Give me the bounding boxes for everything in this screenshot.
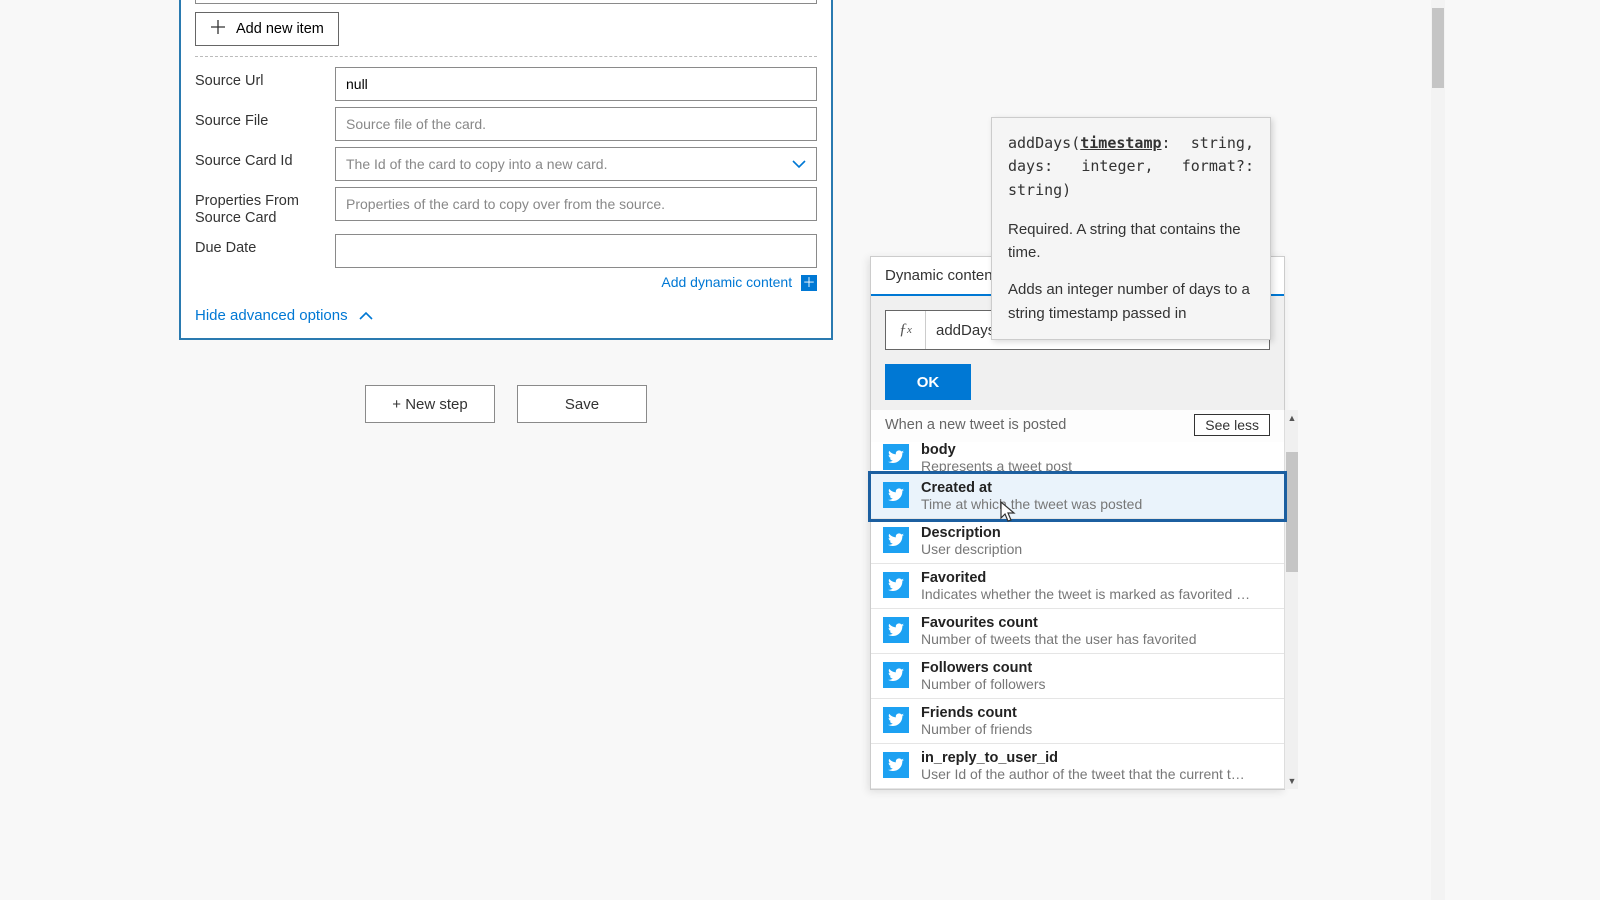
dynamic-content-item[interactable]: in_reply_to_user_idUser Id of the author… bbox=[871, 744, 1284, 789]
dynamic-content-item[interactable]: Friends countNumber of friends bbox=[871, 699, 1284, 744]
field-label: Source Url bbox=[195, 67, 335, 90]
scroll-down-icon[interactable]: ▼ bbox=[1286, 775, 1298, 787]
item-description: User description bbox=[921, 541, 1022, 557]
prior-input[interactable] bbox=[195, 0, 817, 4]
item-description: Indicates whether the tweet is marked as… bbox=[921, 586, 1251, 602]
twitter-icon bbox=[883, 662, 909, 688]
field-label: Source Card Id bbox=[195, 147, 335, 170]
field-row-source-card-id: Source Card Id bbox=[195, 147, 817, 181]
ok-button[interactable]: OK bbox=[885, 364, 971, 400]
new-step-button[interactable]: + New step bbox=[365, 385, 495, 423]
source-url-input[interactable] bbox=[335, 67, 817, 101]
scroll-thumb[interactable] bbox=[1432, 8, 1444, 88]
advanced-label: Hide advanced options bbox=[195, 307, 348, 324]
item-description: Number of friends bbox=[921, 721, 1032, 737]
source-card-id-select[interactable] bbox=[335, 147, 817, 181]
dynamic-content-row: Add dynamic content ＋ bbox=[195, 274, 817, 291]
field-row-source-file: Source File bbox=[195, 107, 817, 141]
tooltip-para-1: Required. A string that contains the tim… bbox=[1008, 218, 1254, 265]
item-description: Number of tweets that the user has favor… bbox=[921, 631, 1196, 647]
dynamic-content-list: bodyRepresents a tweet postCreated atTim… bbox=[871, 442, 1284, 789]
item-description: Number of followers bbox=[921, 676, 1046, 692]
scroll-thumb[interactable] bbox=[1286, 452, 1298, 572]
tooltip-para-2: Adds an integer number of days to a stri… bbox=[1008, 278, 1254, 325]
source-file-input[interactable] bbox=[335, 107, 817, 141]
field-label: Due Date bbox=[195, 234, 335, 257]
item-description: User Id of the author of the tweet that … bbox=[921, 766, 1251, 782]
field-row-source-url: Source Url bbox=[195, 67, 817, 101]
item-description: Represents a tweet post bbox=[921, 458, 1072, 474]
twitter-icon bbox=[883, 482, 909, 508]
item-title: body bbox=[921, 442, 1072, 458]
twitter-icon bbox=[883, 572, 909, 598]
dynamic-content-item[interactable]: bodyRepresents a tweet post bbox=[871, 442, 1284, 474]
item-title: Favourites count bbox=[921, 615, 1196, 631]
dynamic-content-item[interactable]: FavoritedIndicates whether the tweet is … bbox=[871, 564, 1284, 609]
scroll-up-icon[interactable]: ▲ bbox=[1286, 412, 1298, 424]
item-title: Friends count bbox=[921, 705, 1032, 721]
add-dynamic-content-link[interactable]: Add dynamic content bbox=[661, 274, 792, 290]
twitter-icon bbox=[883, 527, 909, 553]
dynamic-content-body: When a new tweet is posted See less body… bbox=[871, 410, 1284, 789]
item-title: in_reply_to_user_id bbox=[921, 750, 1251, 766]
twitter-icon bbox=[883, 617, 909, 643]
field-row-properties-from-source: Properties From Source Card bbox=[195, 187, 817, 228]
window-scrollbar[interactable] bbox=[1431, 0, 1445, 900]
add-new-item-button[interactable]: Add new item bbox=[195, 12, 339, 46]
twitter-icon bbox=[883, 444, 909, 470]
field-label: Properties From Source Card bbox=[195, 187, 335, 228]
section-title: When a new tweet is posted bbox=[885, 417, 1066, 433]
footer-buttons: + New step Save bbox=[365, 385, 647, 423]
tooltip-signature: addDays(timestamp: string, days: integer… bbox=[1008, 132, 1254, 202]
due-date-input[interactable] bbox=[335, 234, 817, 268]
section-header: When a new tweet is posted See less bbox=[871, 410, 1284, 442]
save-button[interactable]: Save bbox=[517, 385, 647, 423]
fx-icon: ƒx bbox=[886, 311, 926, 349]
add-new-item-label: Add new item bbox=[236, 21, 324, 37]
field-label: Source File bbox=[195, 107, 335, 130]
item-title: Created at bbox=[921, 480, 1142, 496]
item-title: Description bbox=[921, 525, 1022, 541]
field-row-due-date: Due Date bbox=[195, 234, 817, 268]
action-card: Add new item Source Url Source File Sour… bbox=[179, 0, 833, 340]
expression-tooltip: addDays(timestamp: string, days: integer… bbox=[991, 117, 1271, 340]
twitter-icon bbox=[883, 752, 909, 778]
scrollbar[interactable]: ▲ ▼ bbox=[1284, 410, 1298, 789]
twitter-icon bbox=[883, 707, 909, 733]
dynamic-content-item[interactable]: Favourites countNumber of tweets that th… bbox=[871, 609, 1284, 654]
item-title: Followers count bbox=[921, 660, 1046, 676]
see-less-button[interactable]: See less bbox=[1194, 414, 1270, 436]
dynamic-content-item[interactable]: Followers countNumber of followers bbox=[871, 654, 1284, 699]
item-description: Time at which the tweet was posted bbox=[921, 496, 1142, 512]
hide-advanced-options-link[interactable]: Hide advanced options bbox=[195, 307, 374, 324]
plus-icon bbox=[210, 19, 226, 39]
dynamic-content-item[interactable]: Created atTime at which the tweet was po… bbox=[871, 474, 1284, 519]
item-title: Favorited bbox=[921, 570, 1251, 586]
dynamic-content-item[interactable]: DescriptionUser description bbox=[871, 519, 1284, 564]
plus-square-icon[interactable]: ＋ bbox=[801, 275, 817, 291]
properties-from-source-input[interactable] bbox=[335, 187, 817, 221]
